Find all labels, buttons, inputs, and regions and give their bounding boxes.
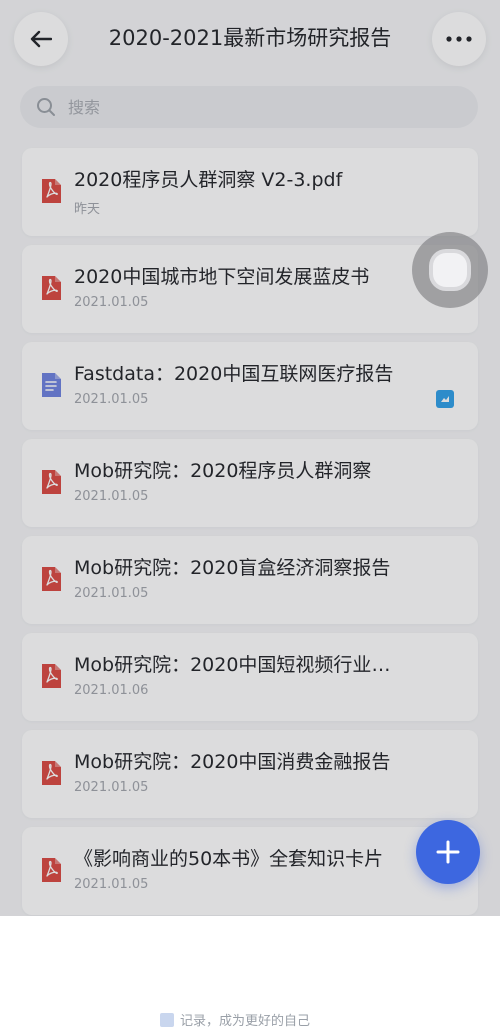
page-title: 2020-2021最新市场研究报告 — [108, 26, 392, 50]
file-list: 2020程序员人群洞察 V2-3.pdf 昨天 2020中国城市地下空间发展蓝皮书 2… — [22, 148, 478, 924]
file-list-item[interactable]: Mob研究院：2020盲盒经济洞察报告 2021.01.05 — [22, 536, 478, 624]
file-name: Fastdata：2020中国互联网医疗报告 — [74, 363, 394, 385]
pdf-file-icon — [42, 470, 61, 494]
pdf-file-icon — [42, 664, 61, 688]
file-date: 2021.01.05 — [74, 586, 149, 601]
header: 2020-2021最新市场研究报告 — [0, 0, 500, 80]
file-list-item[interactable]: 2020程序员人群洞察 V2-3.pdf 昨天 — [22, 148, 478, 236]
search-bar[interactable] — [20, 86, 478, 128]
more-button[interactable] — [432, 12, 486, 66]
pdf-file-icon — [42, 276, 61, 300]
app-view: 2020-2021最新市场研究报告 2020程序员人群洞察 V2-3.pdf 昨天… — [0, 0, 500, 916]
file-name: Mob研究院：2020程序员人群洞察 — [74, 460, 372, 482]
file-list-item[interactable]: Mob研究院：2020中国消费金融报告 2021.01.05 — [22, 730, 478, 818]
note-icon — [160, 1013, 174, 1027]
file-name: 2020中国城市地下空间发展蓝皮书 — [74, 266, 370, 288]
file-name: Mob研究院：2020盲盒经济洞察报告 — [74, 557, 391, 579]
file-list-item[interactable]: Mob研究院：2020中国短视频行业报告 2021.01.06 — [22, 633, 478, 721]
ellipsis-icon — [446, 36, 472, 42]
file-list-item[interactable]: Mob研究院：2020程序员人群洞察 2021.01.05 — [22, 439, 478, 527]
bottom-tip: 记录，成为更好的自己 — [160, 1010, 360, 1031]
file-date: 2021.01.05 — [74, 295, 149, 310]
file-list-item[interactable]: 2020中国城市地下空间发展蓝皮书 2021.01.05 — [22, 245, 478, 333]
pdf-file-icon — [42, 858, 61, 882]
file-name: Mob研究院：2020中国短视频行业报告 — [74, 654, 404, 676]
file-list-item[interactable]: Fastdata：2020中国互联网医疗报告 2021.01.05 — [22, 342, 478, 430]
file-date: 2021.01.05 — [74, 392, 149, 407]
file-list-item[interactable]: 《影响商业的50本书》全套知识卡片 2021.01.05 — [22, 827, 478, 915]
pdf-file-icon — [42, 761, 61, 785]
screen: 2020-2021最新市场研究报告 2020程序员人群洞察 V2-3.pdf 昨天… — [0, 0, 500, 1031]
file-name: 《影响商业的50本书》全套知识卡片 — [74, 848, 384, 870]
plus-icon — [436, 840, 460, 864]
file-date: 2021.01.05 — [74, 489, 149, 504]
assistive-touch-button[interactable] — [412, 232, 488, 308]
file-date: 昨天 — [74, 202, 101, 217]
arrow-left-icon — [30, 30, 52, 48]
pdf-file-icon — [42, 179, 61, 203]
file-date: 2021.01.05 — [74, 877, 149, 892]
file-name: 2020程序员人群洞察 V2-3.pdf — [74, 169, 343, 191]
pdf-file-icon — [42, 567, 61, 591]
search-icon — [36, 97, 56, 117]
cloud-badge-icon — [436, 390, 454, 408]
file-date: 2021.01.05 — [74, 780, 149, 795]
search-input[interactable] — [66, 96, 450, 118]
file-date: 2021.01.06 — [74, 683, 149, 698]
add-button[interactable] — [416, 820, 480, 884]
file-name: Mob研究院：2020中国消费金融报告 — [74, 751, 391, 773]
back-button[interactable] — [14, 12, 68, 66]
document-file-icon — [42, 373, 61, 397]
bottom-tip-text: 记录，成为更好的自己 — [180, 1014, 311, 1029]
assistive-touch-icon — [429, 249, 471, 291]
